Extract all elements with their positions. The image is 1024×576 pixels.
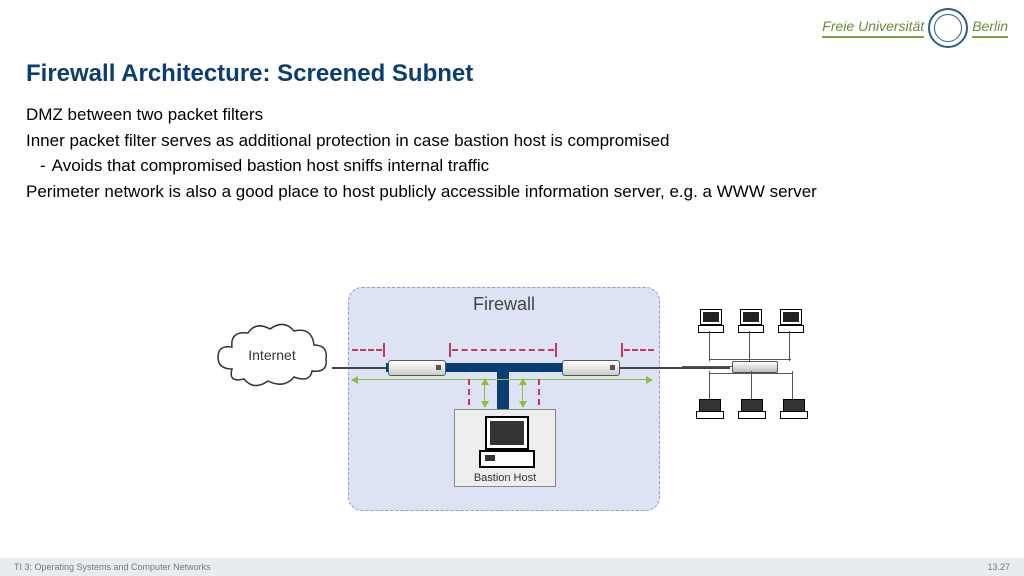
inner-packet-filter — [562, 360, 620, 376]
laptop-icon — [780, 399, 806, 417]
footer-left: TI 3: Operating Systems and Computer Net… — [14, 562, 211, 572]
monitor-icon — [485, 416, 529, 450]
traffic-arrow — [352, 379, 652, 380]
laptop-icon — [738, 399, 764, 417]
pc-icon — [778, 309, 802, 331]
block-stop — [621, 343, 623, 357]
bastion-label: Bastion Host — [455, 472, 555, 484]
computer-base-icon — [479, 450, 535, 468]
pc-icon — [738, 309, 762, 331]
footer-right: 13.27 — [987, 562, 1010, 572]
internal-network — [682, 307, 822, 427]
block-line — [624, 349, 654, 351]
block-vert — [468, 379, 470, 405]
bullet-2a: -Avoids that compromised bastion host sn… — [40, 153, 817, 179]
outer-packet-filter — [388, 360, 446, 376]
bastion-arrow-left — [484, 379, 485, 407]
slide-body: DMZ between two packet filters Inner pac… — [26, 102, 817, 204]
block-stop — [555, 343, 557, 357]
line-internet — [332, 367, 387, 369]
block-stop — [383, 343, 385, 357]
slide-title: Firewall Architecture: Screened Subnet — [26, 60, 473, 88]
bullet-1: DMZ between two packet filters — [26, 102, 817, 128]
bullet-3: Perimeter network is also a good place t… — [26, 179, 817, 205]
block-line-mid — [452, 349, 554, 351]
bastion-arrow-right — [522, 379, 523, 407]
university-logo: Freie Universität Berlin — [822, 8, 1008, 48]
seal-icon — [928, 8, 968, 48]
firewall-drop — [497, 369, 509, 409]
block-vert — [538, 379, 540, 405]
diagram: Firewall Internet Bastion Host — [0, 275, 1024, 535]
logo-text-left: Freie Universität — [822, 18, 924, 38]
block-stop — [449, 343, 451, 357]
firewall-label: Firewall — [349, 294, 659, 315]
logo-text-right: Berlin — [972, 18, 1008, 38]
hub-icon — [732, 361, 778, 373]
bastion-host: Bastion Host — [454, 409, 556, 487]
laptop-icon — [696, 399, 722, 417]
internet-label: Internet — [212, 319, 332, 391]
footer: TI 3: Operating Systems and Computer Net… — [0, 558, 1024, 576]
internet-cloud: Internet — [212, 319, 332, 391]
block-line — [352, 349, 382, 351]
bullet-2: Inner packet filter serves as additional… — [26, 128, 817, 154]
pc-icon — [698, 309, 722, 331]
